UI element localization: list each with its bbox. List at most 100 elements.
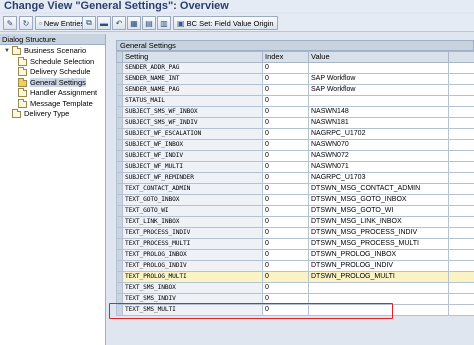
table-row[interactable]: TEXT_PROCESS_MULTI 0 DTSWN_MSG_PROCESS_MUL… [116,238,474,250]
index-cell[interactable]: 0 [262,95,309,107]
value-cell[interactable]: NAGRPC_U1702 [308,128,449,140]
deselect-icon[interactable]: ▤ [142,16,156,30]
index-cell[interactable]: 0 [262,161,309,173]
value-cell[interactable] [308,282,449,294]
tree-item-general-settings[interactable]: General Settings [0,77,105,89]
tree-item-business-scenario[interactable]: ▼ Business Scenario [0,46,105,57]
index-cell[interactable]: 0 [262,139,309,151]
index-cell[interactable]: 0 [262,117,309,129]
value-cell[interactable]: DTSWN_MSG_PROCESS_INDIV [308,227,449,239]
table-row[interactable]: TEXT_SMS_MULTI 0 [116,304,474,316]
tree-item-delivery-schedule[interactable]: Delivery Schedule [0,67,105,78]
table-row[interactable]: SENDER_NAME_INT 0 SAP Workflow [116,73,474,85]
display-change-icon[interactable]: ↻ [19,16,33,30]
index-cell[interactable]: 0 [262,172,309,184]
table-row[interactable]: TEXT_GOTO_INBOX 0 DTSWN_MSG_GOTO_INBOX [116,194,474,206]
value-cell[interactable]: DTSWN_PROLOG_MULTI [308,271,449,283]
value-cell[interactable] [308,95,449,107]
value-cell[interactable]: DTSWN_MSG_GOTO_WI [308,205,449,217]
index-cell[interactable]: 0 [262,150,309,162]
general-settings-area: General Settings Setting Index Value SEN… [108,34,474,345]
edit-icon[interactable]: ✎ [3,16,17,30]
table-row[interactable]: TEXT_PROCESS_INDIV 0 DTSWN_MSG_PROCESS_IND… [116,227,474,239]
index-cell[interactable]: 0 [262,260,309,272]
table-row[interactable]: SUBJECT_WF_ESCALATION 0 NAGRPC_U1702 [116,128,474,140]
table-row[interactable]: TEXT_PROLOG_MULTI 0 DTSWN_PROLOG_MULTI [116,271,474,283]
setting-cell: SUBJECT_WF_MULTI [122,161,263,173]
index-cell[interactable]: 0 [262,304,309,316]
expand-arrow-icon[interactable]: ▼ [4,46,10,57]
bc-set-button[interactable]: ▣ BC Set: Field Value Origin [173,16,278,30]
table-row[interactable]: TEXT_PROLOG_INBOX 0 DTSWN_PROLOG_INBOX [116,249,474,261]
index-cell[interactable]: 0 [262,106,309,118]
index-cell[interactable]: 0 [262,271,309,283]
index-cell[interactable]: 0 [262,194,309,206]
select-block-icon[interactable]: ▥ [157,16,171,30]
tree-item-message-template[interactable]: Message Template [0,98,105,110]
value-cell[interactable]: DTSWN_MSG_CONTACT_ADMIN [308,183,449,195]
value-cell[interactable]: NASWN072 [308,150,449,162]
index-cell[interactable]: 0 [262,216,309,228]
new-entries-button[interactable]: ▫ New Entries [35,16,89,30]
copy-icon[interactable]: ⧉ [82,16,96,30]
delete-icon[interactable]: ▬ [97,16,111,30]
value-cell[interactable]: NASWN181 [308,117,449,129]
column-header-value[interactable]: Value [308,51,449,63]
index-cell[interactable]: 0 [262,293,309,305]
table-row[interactable]: SUBJECT_WF_REMINDER 0 NAGRPC_U1703 [116,172,474,184]
tree-item-delivery-type[interactable]: Delivery Type [0,109,105,120]
table-row[interactable]: SUBJECT_WF_INDIV 0 NASWN072 [116,150,474,162]
value-cell[interactable]: DTSWN_MSG_PROCESS_MULTI [308,238,449,250]
value-cell[interactable]: NASWN148 [308,106,449,118]
undo-icon[interactable]: ↶ [112,16,126,30]
value-cell[interactable]: SAP Workflow [308,84,449,96]
value-cell[interactable]: DTSWN_MSG_GOTO_INBOX [308,194,449,206]
tree-item-handler-assignment[interactable]: Handler Assignment [0,88,105,99]
table-row[interactable]: TEXT_SMS_INDIV 0 [116,293,474,305]
new-entries-label: New Entries [43,18,85,28]
tree-item-schedule-selection[interactable]: Schedule Selection [0,56,105,68]
table-row[interactable]: SENDER_NAME_PAG 0 SAP Workflow [116,84,474,96]
value-cell[interactable] [308,62,449,74]
index-cell[interactable]: 0 [262,249,309,261]
extra-cell [448,238,474,250]
dialog-structure-header: Dialog Structure [0,34,105,45]
value-cell[interactable]: NASWN070 [308,139,449,151]
index-cell[interactable]: 0 [262,73,309,85]
table-row[interactable]: TEXT_GOTO_WI 0 DTSWN_MSG_GOTO_WI [116,205,474,217]
value-cell[interactable] [308,293,449,305]
table-row[interactable]: SUBJECT_SMS_WF_INBOX 0 NASWN148 [116,106,474,118]
extra-cell [448,194,474,206]
select-all-icon[interactable]: ▦ [127,16,141,30]
column-header-index[interactable]: Index [262,51,309,63]
value-cell[interactable]: DTSWN_MSG_LINK_INBOX [308,216,449,228]
index-cell[interactable]: 0 [262,227,309,239]
table-row[interactable]: SUBJECT_WF_INBOX 0 NASWN070 [116,139,474,151]
index-cell[interactable]: 0 [262,183,309,195]
index-cell[interactable]: 0 [262,282,309,294]
table-row[interactable]: SENDER_ADDR_PAG 0 [116,62,474,74]
index-cell[interactable]: 0 [262,205,309,217]
table-row[interactable]: TEXT_SMS_INBOX 0 [116,282,474,294]
table-row[interactable]: TEXT_CONTACT_ADMIN 0 DTSWN_MSG_CONTACT_ADM… [116,183,474,195]
index-cell[interactable]: 0 [262,238,309,250]
value-cell[interactable] [308,304,449,316]
table-row[interactable]: SUBJECT_WF_MULTI 0 NASWN071 [116,161,474,173]
value-cell[interactable]: DTSWN_PROLOG_INDIV [308,260,449,272]
index-cell[interactable]: 0 [262,62,309,74]
value-cell[interactable]: DTSWN_PROLOG_INBOX [308,249,449,261]
column-header-setting[interactable]: Setting [122,51,263,63]
table-row[interactable]: TEXT_PROLOG_INDIV 0 DTSWN_PROLOG_INDIV [116,260,474,272]
index-cell[interactable]: 0 [262,84,309,96]
setting-cell: SENDER_NAME_INT [122,73,263,85]
tree-item-label: General Settings [30,77,86,87]
value-cell[interactable]: NASWN071 [308,161,449,173]
table-row[interactable]: STATUS_MAIL 0 [116,95,474,107]
table-row[interactable]: TEXT_LINK_INBOX 0 DTSWN_MSG_LINK_INBOX [116,216,474,228]
value-cell[interactable]: SAP Workflow [308,73,449,85]
value-cell[interactable]: NAGRPC_U1703 [308,172,449,184]
table-row[interactable]: SUBJECT_SMS_WF_INDIV 0 NASWN181 [116,117,474,129]
index-cell[interactable]: 0 [262,128,309,140]
setting-cell: TEXT_CONTACT_ADMIN [122,183,263,195]
setting-cell: TEXT_SMS_INDIV [122,293,263,305]
